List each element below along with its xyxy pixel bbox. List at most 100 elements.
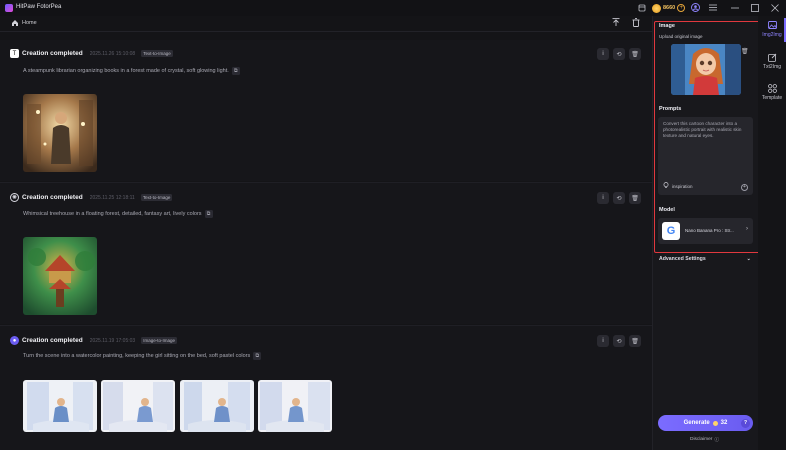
nav-label: Txt2Img	[762, 64, 782, 70]
result-image[interactable]	[101, 380, 175, 432]
info-icon[interactable]: i	[597, 192, 609, 204]
menu-icon[interactable]	[708, 3, 717, 12]
divider	[0, 31, 652, 32]
card-prompt: A steampunk librarian organizing books i…	[23, 67, 240, 75]
maximize-icon[interactable]	[750, 3, 759, 12]
regenerate-icon[interactable]: ⟲	[613, 48, 625, 60]
creation-card: ● Creation completed 2025.11.19 17:05:03…	[0, 326, 652, 450]
creation-card: T Creation completed 2025.11.26 15:10:08…	[0, 40, 652, 181]
info-icon[interactable]: i	[597, 335, 609, 347]
result-image[interactable]	[180, 380, 254, 432]
copy-icon[interactable]: ⧉	[231, 67, 240, 75]
sparkle-icon: ✺	[10, 193, 19, 202]
model-select[interactable]: G Nano Banana Pro : Str... ›	[658, 218, 753, 244]
prompt-text: Whimsical treehouse in a floating forest…	[23, 211, 202, 217]
card-status: Creation completed	[22, 337, 83, 344]
nav-img2img[interactable]: Img2Img	[758, 20, 786, 38]
delete-all-icon[interactable]	[631, 18, 640, 27]
regenerate-icon[interactable]: ⟲	[613, 192, 625, 204]
card-prompt: Turn the scene into a watercolor paintin…	[23, 352, 262, 360]
result-image[interactable]	[23, 237, 97, 315]
coin-count: 8660	[663, 5, 676, 11]
disclaimer-link[interactable]: Disclaimer ⓘ	[690, 436, 719, 443]
card-prompt: Whimsical treehouse in a floating forest…	[23, 210, 213, 218]
card-header: ✺ Creation completed 2025.11.25 12:18:11…	[10, 193, 173, 202]
help-icon[interactable]: ?	[741, 418, 750, 428]
delete-icon[interactable]: 🗑	[629, 48, 641, 60]
card-header: ● Creation completed 2025.11.19 17:05:03…	[10, 336, 177, 345]
result-image[interactable]	[23, 380, 97, 432]
generate-button[interactable]: Generate 32 ?	[658, 415, 753, 431]
export-icon[interactable]	[611, 18, 620, 27]
prompt-text: Turn the scene into a watercolor paintin…	[23, 353, 251, 359]
delete-icon[interactable]: 🗑	[629, 192, 641, 204]
copy-icon[interactable]: ⧉	[253, 352, 262, 360]
card-status: Creation completed	[22, 50, 83, 57]
coin-balance[interactable]: 8660 +	[652, 3, 686, 13]
home-icon	[12, 20, 18, 26]
card-actions: i ⟲ 🗑	[597, 48, 641, 60]
breadcrumb-home: Home	[22, 20, 37, 26]
info-circle-icon: ⓘ	[714, 438, 720, 443]
card-time: 2025.11.26 15:10:08	[89, 50, 136, 57]
creation-card: ✺ Creation completed 2025.11.25 12:18:11…	[0, 183, 652, 324]
result-image[interactable]	[23, 94, 97, 172]
upload-label: Upload original image	[659, 34, 703, 39]
info-icon[interactable]: i	[597, 48, 609, 60]
add-prompt-icon[interactable]: +	[741, 184, 748, 191]
card-actions: i ⟲ 🗑	[597, 192, 641, 204]
model-section-title: Model	[659, 207, 675, 213]
advanced-settings-toggle[interactable]: Advanced Settings ⌄	[659, 256, 751, 262]
close-icon[interactable]	[770, 3, 779, 12]
coin-icon	[712, 420, 718, 426]
app-title: HitPaw FotorPea	[16, 4, 62, 10]
generate-label: Generate	[683, 420, 710, 426]
card-time: 2025.11.25 12:18:11	[89, 194, 135, 201]
card-header: T Creation completed 2025.11.26 15:10:08…	[10, 49, 173, 58]
nav-label: Template	[761, 95, 783, 101]
card-tag: Image-to-Image	[141, 337, 177, 344]
nav-template[interactable]: Template	[758, 83, 786, 101]
bulb-icon	[663, 182, 669, 190]
disclaimer-label: Disclaimer	[690, 437, 713, 442]
chevron-right-icon: ›	[746, 226, 748, 232]
card-tag: Text-to-Image	[140, 194, 173, 201]
card-time: 2025.11.19 17:05:03	[89, 337, 136, 344]
google-logo-icon: G	[662, 222, 680, 240]
nav-label: Img2Img	[762, 32, 782, 38]
image-section-title: Image	[659, 23, 675, 29]
result-image[interactable]	[258, 380, 332, 432]
image-icon	[767, 20, 777, 30]
uploaded-image[interactable]	[671, 44, 741, 95]
remove-image-icon[interactable]: 🗑	[741, 48, 749, 55]
grid-icon	[767, 83, 777, 93]
nav-txt2img[interactable]: Txt2Img	[758, 52, 786, 70]
add-coins-icon[interactable]: +	[677, 4, 686, 12]
coin-icon	[652, 3, 661, 13]
prompt-input-text: Convert this cartoon character into a ph…	[663, 121, 742, 139]
model-name: Nano Banana Pro : Str...	[685, 228, 734, 233]
breadcrumb[interactable]: Home	[11, 19, 37, 27]
card-status: Creation completed	[22, 194, 83, 201]
card-actions: i ⟲ 🗑	[597, 335, 641, 347]
inspiration-button[interactable]: inspiration	[663, 182, 693, 190]
user-icon[interactable]	[691, 3, 700, 12]
chevron-down-icon: ⌄	[746, 256, 751, 262]
minimize-icon[interactable]	[730, 3, 739, 12]
delete-icon[interactable]: 🗑	[629, 335, 641, 347]
text-to-image-icon: T	[10, 49, 19, 58]
inspiration-label: inspiration	[672, 183, 693, 189]
copy-icon[interactable]: ⧉	[204, 210, 213, 218]
gift-icon[interactable]	[637, 3, 646, 12]
image-to-image-icon: ●	[10, 336, 19, 345]
edit-icon	[767, 52, 777, 62]
prompts-section-title: Prompts	[659, 106, 682, 112]
prompt-text: A steampunk librarian organizing books i…	[23, 68, 229, 74]
generate-cost: 32	[720, 420, 728, 426]
regenerate-icon[interactable]: ⟲	[613, 335, 625, 347]
app-logo	[5, 4, 13, 12]
advanced-settings-label: Advanced Settings	[659, 256, 706, 262]
card-tag: Text-to-Image	[141, 50, 173, 57]
prompt-input[interactable]: Convert this cartoon character into a ph…	[658, 117, 753, 195]
side-nav: Img2Img Txt2Img Template	[758, 16, 786, 450]
